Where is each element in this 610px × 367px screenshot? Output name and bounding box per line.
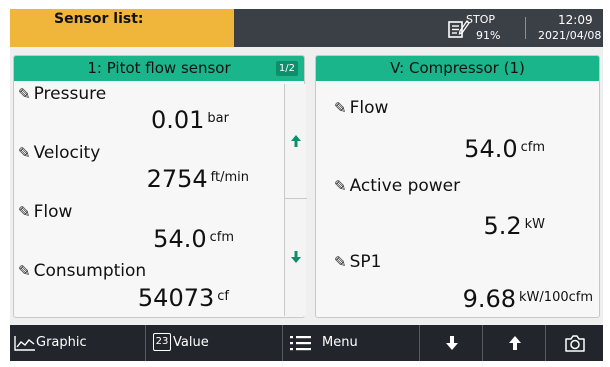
right-panel-title[interactable]: V: Compressor (1)	[316, 56, 599, 81]
pencil-icon: ✎	[18, 144, 31, 162]
menu-icon	[290, 336, 311, 351]
camera-icon	[565, 335, 585, 352]
scroll-up-toolbar-button[interactable]	[484, 325, 546, 361]
list-item-label: ✎ Flow	[18, 202, 73, 222]
pencil-icon: ✎	[18, 85, 31, 103]
scroll-down-button[interactable]	[285, 200, 307, 315]
bottom-toolbar: Graphic 23 Value Menu	[10, 325, 603, 361]
page-indicator: 1/2	[275, 61, 298, 76]
header-bar: Sensor list: STOP 91% 12:09 2021/04/08	[10, 9, 603, 47]
left-panel-title[interactable]: 1: Pitot flow sensor 1/2	[14, 56, 304, 81]
right-panel-title-text: V: Compressor (1)	[390, 59, 525, 77]
right-sensor-panel: V: Compressor (1) ✎ Flow 54.0 cfm ✎ Active …	[315, 55, 600, 318]
status-divider	[525, 17, 526, 39]
arrow-down-icon	[446, 336, 458, 350]
value-button[interactable]: 23 Value	[147, 325, 283, 361]
arrow-down-icon	[291, 251, 301, 263]
arrow-up-icon	[291, 135, 301, 147]
pencil-icon: ✎	[334, 177, 347, 195]
list-item-value: 54.0 cfm	[464, 135, 545, 163]
list-item-label: ✎ Velocity	[18, 143, 101, 163]
list-item-label: ✎ Active power	[334, 176, 461, 196]
graphic-label: Graphic	[36, 335, 87, 350]
list-item-value: 54073 cf	[137, 284, 229, 312]
screen: Sensor list: STOP 91% 12:09 2021/04/08 1…	[10, 9, 603, 361]
list-item-value: 0.01 bar	[150, 106, 229, 134]
machine-state: STOP	[466, 13, 495, 26]
graph-icon	[14, 336, 35, 351]
list-item-value: 5.2 kW	[483, 212, 545, 240]
list-item-label: ✎ Pressure	[18, 84, 107, 104]
list-item-label: ✎ SP1	[334, 252, 382, 272]
pencil-icon: ✎	[334, 253, 347, 271]
value-icon: 23	[153, 333, 171, 351]
scroll-down-toolbar-button[interactable]	[421, 325, 483, 361]
left-panel-title-text: 1: Pitot flow sensor	[87, 59, 231, 77]
scroll-up-button[interactable]	[285, 84, 307, 199]
value-label: Value	[173, 335, 209, 350]
left-sensor-panel: 1: Pitot flow sensor 1/2 ✎ Pressure 0.01 b…	[13, 55, 307, 318]
menu-label: Menu	[322, 335, 358, 350]
page-title: Sensor list:	[10, 9, 234, 47]
list-item-value: 2754 ft/min	[146, 165, 249, 193]
screenshot-button[interactable]	[547, 325, 603, 361]
scrollbar	[284, 84, 307, 316]
list-item-value: 9.68 kW/100cfm	[462, 285, 593, 313]
list-item-label: ✎ Consumption	[18, 261, 147, 281]
pencil-icon: ✎	[334, 99, 347, 117]
graphic-button[interactable]: Graphic	[10, 325, 146, 361]
clock-time: 12:09	[558, 13, 593, 27]
pencil-icon: ✎	[18, 203, 31, 221]
menu-button[interactable]: Menu	[284, 325, 420, 361]
arrow-up-icon	[509, 336, 521, 350]
clock-date: 2021/04/08	[538, 29, 602, 42]
machine-percent: 91%	[476, 29, 501, 42]
list-item-label: ✎ Flow	[334, 98, 389, 118]
pencil-icon: ✎	[18, 262, 31, 280]
list-item-value: 54.0 cfm	[153, 225, 234, 253]
